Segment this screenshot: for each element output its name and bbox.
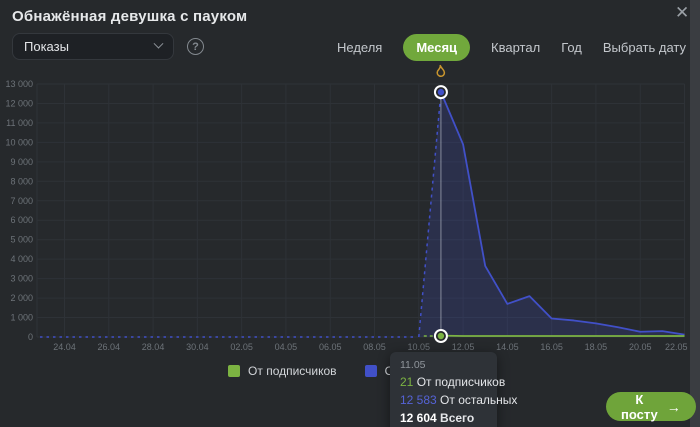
subscribers-swatch-icon [228,365,240,377]
svg-text:13 000: 13 000 [5,79,33,89]
stats-panel: Обнажённая девушка с пауком Показы ? Нед… [0,0,690,427]
svg-text:7 000: 7 000 [10,196,33,206]
svg-text:16.05: 16.05 [540,342,563,352]
tooltip-subscribers-value: 21 [400,375,413,389]
flame-icon [437,66,444,77]
go-to-post-button[interactable]: К посту → [606,392,696,421]
chart-legend: От подписчиков От остальных [0,364,690,378]
svg-text:4 000: 4 000 [10,254,33,264]
tooltip-date: 11.05 [400,359,487,371]
svg-text:28.04: 28.04 [142,342,165,352]
svg-text:8 000: 8 000 [10,176,33,186]
svg-text:14.05: 14.05 [496,342,519,352]
svg-text:5 000: 5 000 [10,235,33,245]
svg-text:18.05: 18.05 [585,342,608,352]
views-chart[interactable]: 0 1 000 2 000 3 000 4 000 5 000 6 000 7 000 8 00… [0,0,690,360]
svg-text:10.05: 10.05 [408,342,431,352]
chart-tooltip: 11.05 21 От подписчиков 12 583 От осталь… [390,352,497,427]
svg-text:06.05: 06.05 [319,342,342,352]
close-icon[interactable]: ✕ [675,4,689,21]
svg-text:08.05: 08.05 [363,342,386,352]
tooltip-row-others: 12 583 От остальных [400,393,487,407]
svg-text:12 000: 12 000 [5,98,33,108]
svg-text:12.05: 12.05 [452,342,475,352]
svg-text:24.04: 24.04 [53,342,76,352]
svg-text:30.04: 30.04 [186,342,209,352]
arrow-right-icon: → [667,399,681,415]
svg-text:10 000: 10 000 [5,137,33,147]
svg-text:20.05: 20.05 [629,342,652,352]
tooltip-total-value: 12 604 [400,411,437,425]
legend-item-subscribers[interactable]: От подписчиков [228,364,337,378]
svg-text:22.05: 22.05 [665,342,688,352]
tooltip-row-total: 12 604 Всего [400,411,487,425]
svg-text:11 000: 11 000 [6,118,33,128]
legend-label: От подписчиков [248,364,337,378]
tooltip-row-subscribers: 21 От подписчиков [400,375,487,389]
svg-text:3 000: 3 000 [10,274,33,284]
tooltip-others-value: 12 583 [400,393,437,407]
svg-text:6 000: 6 000 [10,215,33,225]
svg-text:02.05: 02.05 [230,342,253,352]
svg-text:0: 0 [28,332,33,342]
svg-text:04.05: 04.05 [275,342,298,352]
others-swatch-icon [365,365,377,377]
svg-text:1 000: 1 000 [10,313,33,323]
tooltip-total-label: Всего [440,411,474,425]
tooltip-others-label: От остальных [440,393,517,407]
svg-text:9 000: 9 000 [10,157,33,167]
tooltip-subscribers-label: От подписчиков [417,375,506,389]
svg-text:2 000: 2 000 [10,293,33,303]
svg-text:26.04: 26.04 [98,342,121,352]
